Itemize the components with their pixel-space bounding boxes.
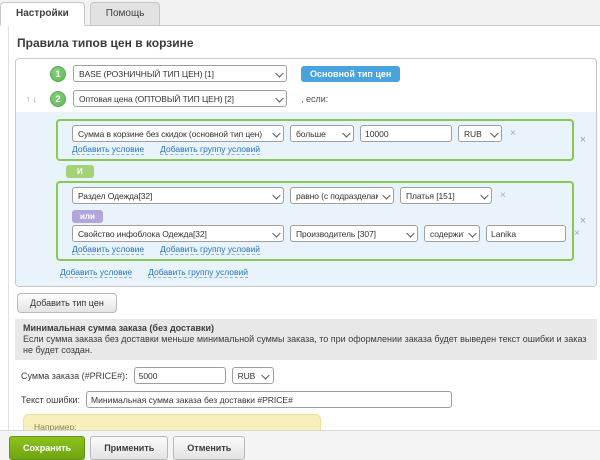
- condition-row: Свойство инфоблока Одежда[32] Производит…: [72, 225, 568, 242]
- close-icon[interactable]: ×: [574, 134, 592, 146]
- operator-select[interactable]: содержит: [424, 225, 480, 242]
- section-value-select[interactable]: Платья [151]: [400, 187, 492, 204]
- tab-help-label: Помощь: [106, 8, 145, 19]
- tab-bar: Настройки Помощь: [0, 0, 600, 26]
- chevron-down-icon: [468, 229, 476, 237]
- property-value-input[interactable]: [486, 225, 566, 242]
- base-price-type-badge[interactable]: Основной тип цен: [301, 66, 400, 82]
- chevron-down-icon: [272, 129, 280, 137]
- currency-value: RUB: [464, 129, 482, 139]
- price-type-rules-box: 1 BASE (РОЗНИЧНЫЙ ТИП ЦЕН) [1] Основной …: [15, 58, 597, 287]
- tab-settings[interactable]: Настройки: [0, 2, 85, 26]
- chevron-down-icon: [272, 191, 280, 199]
- apply-button[interactable]: Применить: [90, 436, 168, 460]
- sum-value-input[interactable]: [360, 125, 452, 142]
- condition-group-2-wrap: Раздел Одежда[32] равно (с подразделами)…: [56, 181, 592, 261]
- order-sum-input[interactable]: [134, 367, 226, 384]
- min-order-title: Минимальная сумма заказа (без доставки): [23, 323, 589, 334]
- add-condition-group-link[interactable]: Добавить группу условий: [160, 244, 260, 255]
- price-type-2-select[interactable]: Оптовая цена (ОПТОВЫЙ ТИП ЦЕН) [2]: [73, 90, 287, 107]
- price-type-2-value: Оптовая цена (ОПТОВЫЙ ТИП ЦЕН) [2]: [79, 94, 234, 104]
- min-order-section: Минимальная сумма заказа (без доставки) …: [15, 319, 597, 360]
- operator-value: больше: [296, 129, 326, 139]
- operator-select[interactable]: равно (с подразделами): [290, 187, 394, 204]
- order-sum-row: Сумма заказа (#PRICE#): RUB: [21, 367, 600, 384]
- order-sum-label: Сумма заказа (#PRICE#):: [21, 371, 128, 381]
- currency-select[interactable]: RUB: [458, 125, 502, 142]
- price-type-1-select[interactable]: BASE (РОЗНИЧНЫЙ ТИП ЦЕН) [1]: [73, 65, 287, 82]
- conditions-area: Сумма в корзине без скидок (основной тип…: [16, 112, 596, 286]
- currency-value: RUB: [238, 371, 256, 381]
- condition-row: Сумма в корзине без скидок (основной тип…: [72, 125, 568, 142]
- iblock-property-field-select[interactable]: Свойство инфоблока Одежда[32]: [72, 225, 284, 242]
- operator-select[interactable]: больше: [290, 125, 354, 142]
- or-operator-badge[interactable]: или: [72, 210, 103, 223]
- property-value: Производитель [307]: [296, 229, 376, 239]
- reorder-arrows: ↑↓: [26, 94, 50, 104]
- note-intro: Например:: [34, 422, 310, 430]
- chevron-down-icon: [382, 191, 390, 199]
- example-note: Например: Минимальная сумма заказа без д…: [23, 414, 321, 430]
- add-condition-link[interactable]: Добавить условие: [72, 144, 144, 155]
- close-icon[interactable]: ×: [510, 128, 516, 139]
- condition-row: Раздел Одежда[32] равно (с подразделами)…: [72, 187, 568, 204]
- close-icon[interactable]: ×: [574, 228, 580, 239]
- tab-help[interactable]: Помощь: [90, 2, 161, 26]
- field-value: Свойство инфоблока Одежда[32]: [78, 229, 207, 239]
- add-price-type-button[interactable]: Добавить тип цен: [17, 293, 117, 313]
- add-condition-link[interactable]: Добавить условие: [60, 267, 132, 278]
- close-icon[interactable]: ×: [574, 215, 592, 227]
- rule-number-badge: 2: [50, 91, 66, 107]
- chevron-down-icon: [275, 94, 283, 102]
- chevron-down-icon: [275, 69, 283, 77]
- root-links: Добавить условие Добавить группу условий: [60, 267, 596, 278]
- save-button[interactable]: Сохранить: [9, 436, 85, 460]
- section-value: Платья [151]: [406, 191, 455, 201]
- tab-settings-label: Настройки: [16, 8, 69, 19]
- operator-value: содержит: [430, 229, 464, 239]
- chevron-down-icon: [480, 191, 488, 199]
- condition-group-1-wrap: Сумма в корзине без скидок (основной тип…: [56, 119, 592, 161]
- price-type-rule-1: 1 BASE (РОЗНИЧНЫЙ ТИП ЦЕН) [1] Основной …: [16, 65, 596, 82]
- price-type-1-value: BASE (РОЗНИЧНЫЙ ТИП ЦЕН) [1]: [79, 69, 214, 79]
- section-field-select[interactable]: Раздел Одежда[32]: [72, 187, 284, 204]
- error-text-row: Текст ошибки:: [21, 391, 600, 408]
- property-select[interactable]: Производитель [307]: [290, 225, 418, 242]
- footer-toolbar: Сохранить Применить Отменить: [0, 430, 600, 460]
- error-text-label: Текст ошибки:: [21, 395, 80, 405]
- chevron-down-icon: [262, 371, 270, 379]
- add-condition-group-link[interactable]: Добавить группу условий: [160, 144, 260, 155]
- cancel-button[interactable]: Отменить: [173, 436, 245, 460]
- rule-number-badge: 1: [50, 66, 66, 82]
- order-currency-select[interactable]: RUB: [232, 367, 274, 384]
- add-condition-link[interactable]: Добавить условие: [72, 244, 144, 255]
- min-order-description: Если сумма заказа без доставки меньше ми…: [23, 334, 589, 356]
- condition-group-1: Сумма в корзине без скидок (основной тип…: [56, 119, 574, 161]
- group-1-links: Добавить условие Добавить группу условий: [72, 144, 568, 155]
- condition-group-2: Раздел Одежда[32] равно (с подразделами)…: [56, 181, 574, 261]
- chevron-down-icon: [406, 229, 414, 237]
- close-icon[interactable]: ×: [500, 190, 506, 201]
- chevron-down-icon: [272, 229, 280, 237]
- error-text-input[interactable]: [86, 391, 452, 408]
- field-value: Сумма в корзине без скидок (основной тип…: [78, 129, 262, 139]
- move-down-icon[interactable]: ↓: [33, 94, 40, 104]
- if-label: , если:: [301, 94, 328, 104]
- and-operator-badge[interactable]: И: [66, 165, 94, 178]
- settings-panel: Правила типов цен в корзине 1 BASE (РОЗН…: [8, 26, 600, 430]
- add-condition-group-link[interactable]: Добавить группу условий: [148, 267, 248, 278]
- price-type-rule-2: ↑↓ 2 Оптовая цена (ОПТОВЫЙ ТИП ЦЕН) [2] …: [16, 90, 596, 107]
- operator-value: равно (с подразделами): [296, 191, 378, 201]
- field-value: Раздел Одежда[32]: [78, 191, 152, 201]
- chevron-down-icon: [342, 129, 350, 137]
- page-title: Правила типов цен в корзине: [17, 36, 600, 50]
- basket-sum-field-select[interactable]: Сумма в корзине без скидок (основной тип…: [72, 125, 284, 142]
- chevron-down-icon: [490, 129, 498, 137]
- group-2-links: Добавить условие Добавить группу условий: [72, 244, 568, 255]
